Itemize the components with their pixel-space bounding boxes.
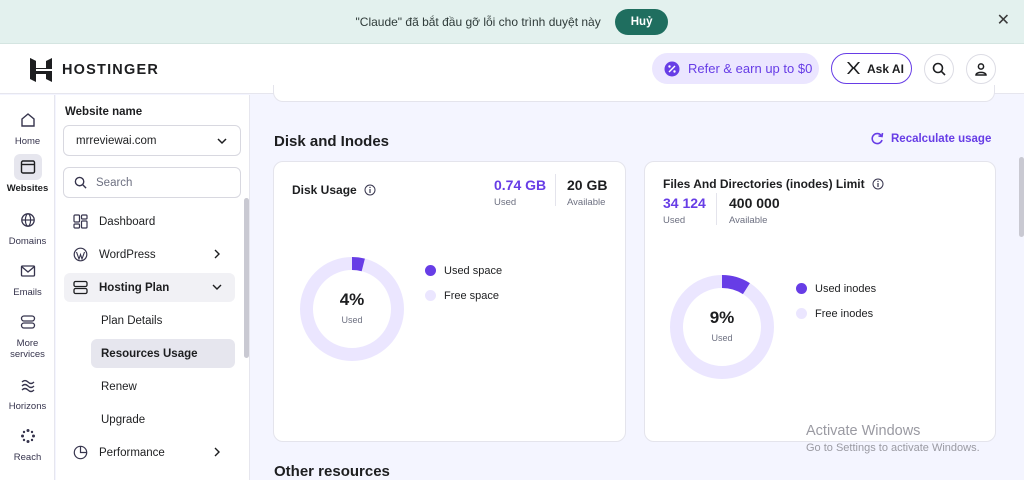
sidebar-item-performance[interactable]: Performance [64,438,235,467]
inodes-used-stat: 34 124 Used [663,195,706,226]
info-icon [364,184,376,196]
brand-name: HOSTINGER [62,62,159,78]
globe-icon [14,207,42,233]
sidebar-item-hosting-plan[interactable]: Hosting Plan [64,273,235,302]
refer-label: Refer & earn up to $0 [688,61,813,76]
services-icon [14,309,42,335]
horizons-icon [14,372,42,398]
sidebar-subitem-upgrade[interactable]: Upgrade [91,405,235,434]
dashboard-icon [73,214,88,229]
rail-item-domains[interactable]: Domains [0,207,55,247]
inodes-available-stat: 400 000 Available [729,195,780,226]
main-scrollbar[interactable] [1019,157,1024,237]
disk-percent: 4% [339,290,365,309]
user-icon [975,63,987,76]
windows-activation-watermark: Activate Windows Go to Settings to activ… [806,423,980,454]
sidebar-scrollbar[interactable] [244,198,249,358]
legend-used-dot [796,283,807,294]
website-name-label: Website name [65,106,143,118]
legend-free-dot [796,308,807,319]
disk-legend: Used space Free space [425,258,502,308]
badge-icon [664,61,680,76]
legend-free-dot [425,290,436,301]
refresh-icon [871,132,884,145]
chevron-right-icon [214,447,220,457]
sparkle-icon [847,62,860,74]
search-placeholder: Search [96,176,133,189]
hostinger-logo-icon [30,58,52,82]
rail-item-emails[interactable]: Emails [0,258,55,298]
sidebar-subitem-renew[interactable]: Renew [91,372,235,401]
server-icon [73,280,88,295]
disk-usage-title: Disk Usage [292,183,376,197]
search-icon [74,176,87,189]
ask-ai-label: Ask AI [867,61,904,76]
sidebar-item-wordpress[interactable]: WordPress [64,240,235,269]
sidebar-subitem-resources-usage[interactable]: Resources Usage [91,339,235,368]
search-icon [932,62,946,76]
sidebar-item-dashboard[interactable]: Dashboard [64,207,235,236]
reach-icon [14,423,42,449]
rail-item-horizons[interactable]: Horizons [0,372,55,412]
chevron-down-icon [217,138,227,145]
debug-banner: "Claude" đã bắt đầu gỡ lỗi cho trình duy… [0,0,1024,44]
previous-card [273,85,995,102]
account-button[interactable] [966,54,996,84]
rail-item-home[interactable]: Home [0,107,55,147]
disk-usage-card: Disk Usage 0.74 GB Used 20 GB Available … [273,161,626,442]
website-select-value: mrreviewai.com [76,134,157,147]
close-icon[interactable]: ✕ [997,12,1010,30]
website-sidebar: Website name mrreviewai.com Search Dashb… [56,95,250,480]
hostinger-logo[interactable]: HOSTINGER [30,58,159,82]
search-button[interactable] [924,54,954,84]
section-title: Disk and Inodes [274,133,390,150]
inodes-card: Files And Directories (inodes) Limit 34 … [644,161,996,442]
cancel-debug-button[interactable]: Huỷ [614,8,669,35]
disk-donut-chart: 4% Used [300,257,404,361]
inodes-title: Files And Directories (inodes) Limit [663,177,884,191]
rail-item-websites[interactable]: Websites [0,154,55,194]
website-select[interactable]: mrreviewai.com [63,125,241,156]
home-icon [14,107,42,133]
wordpress-icon [73,247,88,262]
inodes-donut-chart: 9% Used [670,275,774,379]
sidebar-subitem-plan-details[interactable]: Plan Details [91,306,235,335]
left-rail: Home Websites Domains Emails More servic… [0,95,55,480]
websites-icon [13,154,42,180]
chevron-right-icon [214,249,220,259]
refer-button[interactable]: Refer & earn up to $0 [652,53,819,84]
mail-icon [14,258,42,284]
rail-item-more-services[interactable]: More services [0,309,55,360]
rail-item-reach[interactable]: Reach [0,423,55,463]
performance-icon [73,445,88,460]
disk-percent-sub: Used [341,315,363,325]
banner-message: "Claude" đã bắt đầu gỡ lỗi cho trình duy… [355,14,601,29]
other-resources-title: Other resources [274,463,390,480]
info-icon [872,178,884,190]
inodes-percent-sub: Used [711,333,733,343]
ask-ai-button[interactable]: Ask AI [831,53,912,84]
inodes-percent: 9% [709,308,735,327]
recalculate-usage-button[interactable]: Recalculate usage [870,132,991,146]
disk-used-stat: 0.74 GB Used [494,177,547,208]
sidebar-search-input[interactable]: Search [63,167,241,198]
inodes-legend: Used inodes Free inodes [796,276,876,326]
legend-used-dot [425,265,436,276]
chevron-down-icon [212,284,222,290]
disk-available-stat: 20 GB Available [567,177,608,208]
